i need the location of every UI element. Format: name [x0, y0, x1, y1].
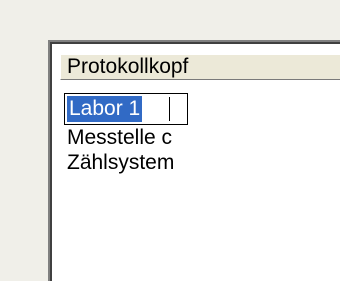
inline-edit-selected-text[interactable]: Labor 1 [67, 96, 143, 122]
column-header-label: Protokollkopf [67, 55, 189, 78]
text-caret [169, 97, 170, 121]
inline-edit-field[interactable]: Labor 1 [64, 93, 188, 125]
column-header-protokollkopf[interactable]: Protokollkopf [60, 54, 340, 80]
list-item[interactable]: Zählsystem [60, 150, 340, 175]
list-item-label: Zählsystem [67, 151, 175, 174]
list-item[interactable]: Messtelle c [60, 125, 340, 150]
list-items: Labor 1 Messtelle c Zählsystem [60, 93, 340, 175]
list-item-editing[interactable]: Labor 1 [60, 93, 340, 125]
list-item-label: Messtelle c [67, 126, 173, 149]
